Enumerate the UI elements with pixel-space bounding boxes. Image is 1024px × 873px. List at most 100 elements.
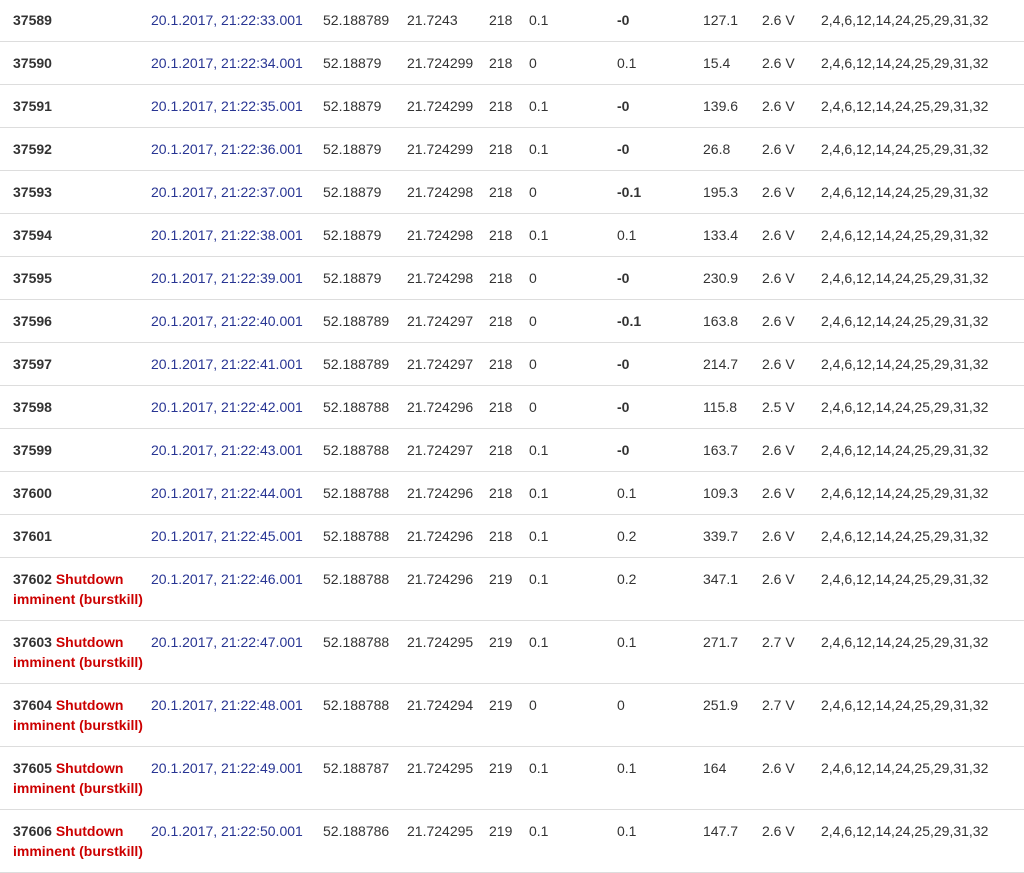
value-b-cell: -0.1 bbox=[617, 299, 703, 343]
longitude-cell: 21.724298 bbox=[407, 256, 489, 300]
longitude-cell: 21.724297 bbox=[407, 428, 489, 472]
satellite-list-cell: 2,4,6,12,14,24,25,29,31,32 bbox=[821, 0, 1024, 42]
voltage-cell: 2.6 V bbox=[762, 428, 821, 472]
timestamp-link[interactable]: 20.1.2017, 21:22:39.001 bbox=[151, 270, 303, 286]
satellite-list-cell: 2,4,6,12,14,24,25,29,31,32 bbox=[821, 84, 1024, 128]
value-c-cell: 271.7 bbox=[703, 620, 762, 684]
row-id: 37598 bbox=[13, 399, 52, 415]
altitude-cell: 218 bbox=[489, 84, 529, 128]
longitude-cell: 21.7243 bbox=[407, 0, 489, 42]
row-id-cell: 37602 Shutdown imminent (burstkill) bbox=[0, 557, 151, 621]
altitude-cell: 218 bbox=[489, 256, 529, 300]
altitude-cell: 219 bbox=[489, 557, 529, 621]
row-id: 37589 bbox=[13, 12, 52, 28]
row-id: 37599 bbox=[13, 442, 52, 458]
voltage-cell: 2.6 V bbox=[762, 746, 821, 810]
timestamp-link[interactable]: 20.1.2017, 21:22:47.001 bbox=[151, 634, 303, 650]
satellite-list-cell: 2,4,6,12,14,24,25,29,31,32 bbox=[821, 170, 1024, 214]
value-b-cell: 0.1 bbox=[617, 809, 703, 873]
latitude-cell: 52.188789 bbox=[323, 342, 407, 386]
value-b-cell: -0.1 bbox=[617, 170, 703, 214]
voltage-cell: 2.6 V bbox=[762, 514, 821, 558]
row-id: 37605 bbox=[13, 760, 52, 776]
value-b-cell: -0 bbox=[617, 84, 703, 128]
satellite-list-cell: 2,4,6,12,14,24,25,29,31,32 bbox=[821, 41, 1024, 85]
value-b-cell: 0.1 bbox=[617, 746, 703, 810]
table-row: 37601 20.1.2017, 21:22:45.001 52.188788 21.… bbox=[0, 514, 1024, 558]
voltage-cell: 2.6 V bbox=[762, 0, 821, 42]
timestamp-link[interactable]: 20.1.2017, 21:22:41.001 bbox=[151, 356, 303, 372]
row-id-cell: 37598 bbox=[0, 385, 151, 429]
altitude-cell: 218 bbox=[489, 342, 529, 386]
value-c-cell: 195.3 bbox=[703, 170, 762, 214]
row-id: 37593 bbox=[13, 184, 52, 200]
satellite-list-cell: 2,4,6,12,14,24,25,29,31,32 bbox=[821, 557, 1024, 621]
table-row: 37604 Shutdown imminent (burstkill) 20.1.… bbox=[0, 683, 1024, 747]
value-c-cell: 26.8 bbox=[703, 127, 762, 171]
timestamp-link[interactable]: 20.1.2017, 21:22:35.001 bbox=[151, 98, 303, 114]
timestamp-link[interactable]: 20.1.2017, 21:22:42.001 bbox=[151, 399, 303, 415]
voltage-cell: 2.6 V bbox=[762, 256, 821, 300]
latitude-cell: 52.188788 bbox=[323, 557, 407, 621]
timestamp-link[interactable]: 20.1.2017, 21:22:34.001 bbox=[151, 55, 303, 71]
timestamp-link[interactable]: 20.1.2017, 21:22:49.001 bbox=[151, 760, 303, 776]
timestamp-link[interactable]: 20.1.2017, 21:22:38.001 bbox=[151, 227, 303, 243]
value-a-cell: 0 bbox=[529, 385, 617, 429]
longitude-cell: 21.724296 bbox=[407, 557, 489, 621]
satellite-list-cell: 2,4,6,12,14,24,25,29,31,32 bbox=[821, 213, 1024, 257]
timestamp-link[interactable]: 20.1.2017, 21:22:50.001 bbox=[151, 823, 303, 839]
satellite-list-cell: 2,4,6,12,14,24,25,29,31,32 bbox=[821, 620, 1024, 684]
altitude-cell: 218 bbox=[489, 127, 529, 171]
table-row: 37590 20.1.2017, 21:22:34.001 52.18879 21.7… bbox=[0, 41, 1024, 85]
voltage-cell: 2.5 V bbox=[762, 385, 821, 429]
timestamp-link[interactable]: 20.1.2017, 21:22:44.001 bbox=[151, 485, 303, 501]
latitude-cell: 52.188788 bbox=[323, 385, 407, 429]
timestamp-link[interactable]: 20.1.2017, 21:22:40.001 bbox=[151, 313, 303, 329]
timestamp-link[interactable]: 20.1.2017, 21:22:43.001 bbox=[151, 442, 303, 458]
latitude-cell: 52.188789 bbox=[323, 0, 407, 42]
row-id: 37604 bbox=[13, 697, 52, 713]
voltage-cell: 2.7 V bbox=[762, 620, 821, 684]
voltage-cell: 2.7 V bbox=[762, 683, 821, 747]
timestamp-link[interactable]: 20.1.2017, 21:22:33.001 bbox=[151, 12, 303, 28]
table-row: 37596 20.1.2017, 21:22:40.001 52.188789 21.… bbox=[0, 299, 1024, 343]
timestamp-link[interactable]: 20.1.2017, 21:22:37.001 bbox=[151, 184, 303, 200]
voltage-cell: 2.6 V bbox=[762, 557, 821, 621]
timestamp-link[interactable]: 20.1.2017, 21:22:45.001 bbox=[151, 528, 303, 544]
row-id-cell: 37594 bbox=[0, 213, 151, 257]
value-a-cell: 0.1 bbox=[529, 84, 617, 128]
value-b-cell: 0.1 bbox=[617, 213, 703, 257]
longitude-cell: 21.724299 bbox=[407, 127, 489, 171]
timestamp-link[interactable]: 20.1.2017, 21:22:48.001 bbox=[151, 697, 303, 713]
row-id-cell: 37599 bbox=[0, 428, 151, 472]
row-id-cell: 37589 bbox=[0, 0, 151, 42]
row-id: 37595 bbox=[13, 270, 52, 286]
row-id-cell: 37606 Shutdown imminent (burstkill) bbox=[0, 809, 151, 873]
table-row: 37597 20.1.2017, 21:22:41.001 52.188789 21.… bbox=[0, 342, 1024, 386]
altitude-cell: 218 bbox=[489, 514, 529, 558]
satellite-list-cell: 2,4,6,12,14,24,25,29,31,32 bbox=[821, 385, 1024, 429]
satellite-list-cell: 2,4,6,12,14,24,25,29,31,32 bbox=[821, 127, 1024, 171]
satellite-list-cell: 2,4,6,12,14,24,25,29,31,32 bbox=[821, 299, 1024, 343]
row-id-cell: 37595 bbox=[0, 256, 151, 300]
table-row: 37602 Shutdown imminent (burstkill) 20.1.… bbox=[0, 557, 1024, 621]
row-id: 37603 bbox=[13, 634, 52, 650]
altitude-cell: 218 bbox=[489, 299, 529, 343]
value-c-cell: 163.7 bbox=[703, 428, 762, 472]
voltage-cell: 2.6 V bbox=[762, 213, 821, 257]
latitude-cell: 52.18879 bbox=[323, 256, 407, 300]
row-id: 37601 bbox=[13, 528, 52, 544]
voltage-cell: 2.6 V bbox=[762, 809, 821, 873]
longitude-cell: 21.724296 bbox=[407, 514, 489, 558]
value-a-cell: 0.1 bbox=[529, 809, 617, 873]
value-c-cell: 251.9 bbox=[703, 683, 762, 747]
longitude-cell: 21.724297 bbox=[407, 299, 489, 343]
longitude-cell: 21.724294 bbox=[407, 683, 489, 747]
timestamp-link[interactable]: 20.1.2017, 21:22:36.001 bbox=[151, 141, 303, 157]
timestamp-link[interactable]: 20.1.2017, 21:22:46.001 bbox=[151, 571, 303, 587]
altitude-cell: 218 bbox=[489, 170, 529, 214]
telemetry-table: 37589 20.1.2017, 21:22:33.001 52.188789 21.… bbox=[0, 0, 1024, 873]
value-b-cell: -0 bbox=[617, 0, 703, 42]
value-b-cell: 0.1 bbox=[617, 41, 703, 85]
value-a-cell: 0.1 bbox=[529, 127, 617, 171]
